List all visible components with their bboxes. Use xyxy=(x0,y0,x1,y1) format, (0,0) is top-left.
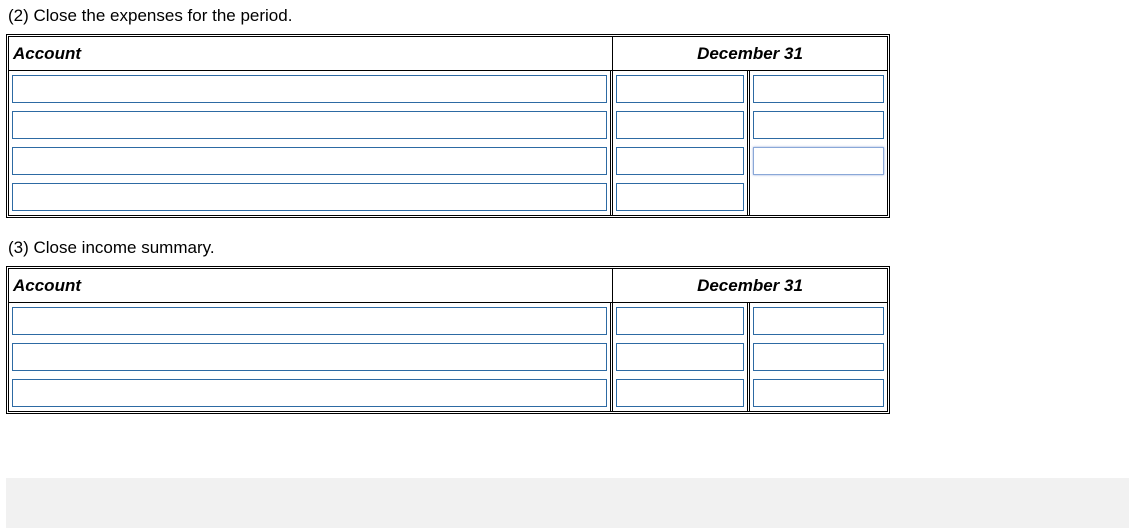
credit-input[interactable] xyxy=(753,307,884,335)
debit-input[interactable] xyxy=(616,307,744,335)
debit-input[interactable] xyxy=(616,183,744,211)
header-account: Account xyxy=(9,269,613,303)
header-date: December 31 xyxy=(613,37,887,71)
credit-input[interactable] xyxy=(753,379,884,407)
account-input[interactable] xyxy=(12,183,607,211)
section2-prompt: (2) Close the expenses for the period. xyxy=(6,6,1129,26)
credit-blank xyxy=(753,183,884,211)
account-input[interactable] xyxy=(12,379,607,407)
debit-input[interactable] xyxy=(616,147,744,175)
section3-prompt: (3) Close income summary. xyxy=(6,238,1129,258)
account-input[interactable] xyxy=(12,343,607,371)
credit-input[interactable] xyxy=(753,343,884,371)
credit-input[interactable] xyxy=(753,75,884,103)
debit-input[interactable] xyxy=(616,111,744,139)
credit-input[interactable] xyxy=(753,111,884,139)
credit-input-active[interactable] xyxy=(753,147,884,175)
footer-band xyxy=(6,478,1129,528)
account-input[interactable] xyxy=(12,75,607,103)
header-date: December 31 xyxy=(613,269,887,303)
header-account: Account xyxy=(9,37,613,71)
debit-input[interactable] xyxy=(616,379,744,407)
journal-table-section2: Account December 31 xyxy=(6,34,890,218)
journal-table-section3: Account December 31 xyxy=(6,266,890,414)
debit-input[interactable] xyxy=(616,343,744,371)
account-input[interactable] xyxy=(12,147,607,175)
account-input[interactable] xyxy=(12,111,607,139)
debit-input[interactable] xyxy=(616,75,744,103)
account-input[interactable] xyxy=(12,307,607,335)
